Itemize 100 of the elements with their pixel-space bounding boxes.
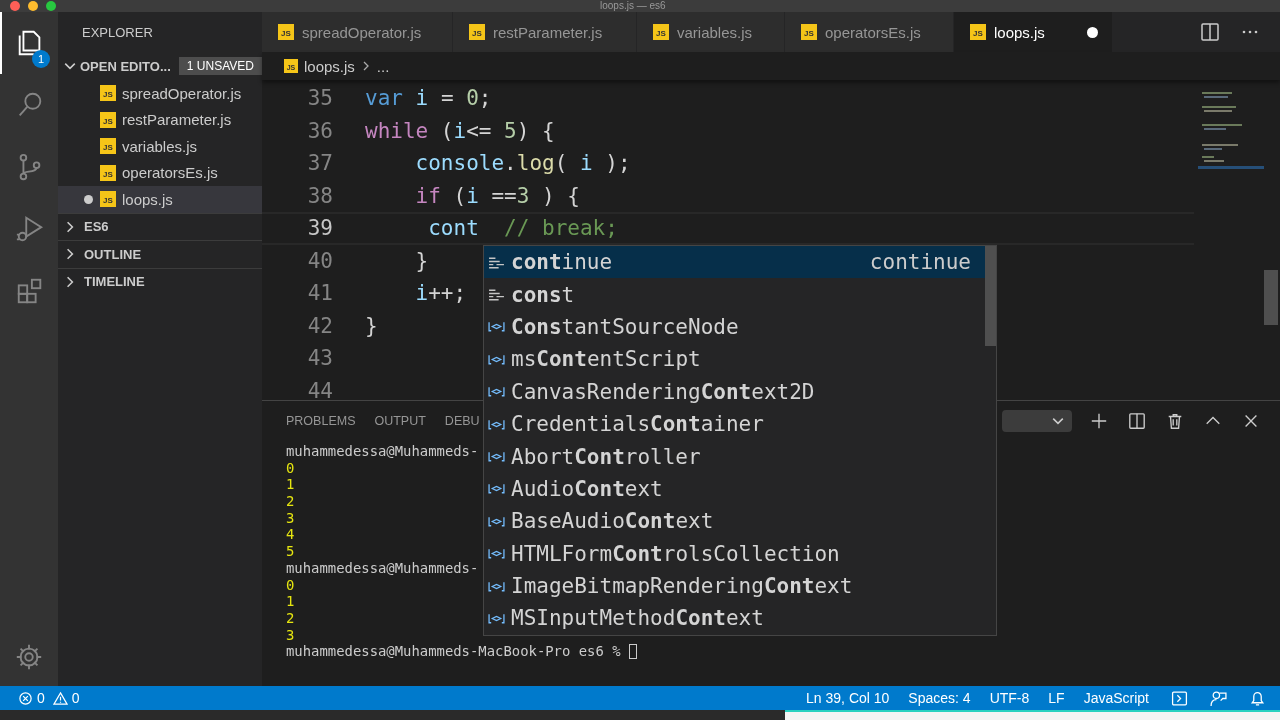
chevron-icon bbox=[1052, 415, 1064, 427]
minimize-window-button[interactable] bbox=[28, 1, 38, 11]
code-line: while (i<= 5) { bbox=[365, 118, 555, 143]
new-terminal-icon[interactable] bbox=[1090, 412, 1108, 430]
chevron-icon[interactable] bbox=[64, 60, 76, 72]
line-number: 44 bbox=[306, 378, 333, 400]
section-header[interactable]: OPEN EDITO... bbox=[80, 58, 171, 74]
unsaved-badge: 1 UNSAVED bbox=[178, 57, 262, 75]
suggestion-item[interactable]: ConstantSourceNode bbox=[484, 310, 985, 344]
modified-dot bbox=[83, 194, 93, 204]
chevron-icon[interactable] bbox=[64, 275, 76, 288]
line-number: 38 bbox=[306, 183, 333, 208]
panel-tab[interactable]: DEBU bbox=[444, 414, 480, 428]
status-item[interactable]: Spaces: 4 bbox=[908, 690, 971, 706]
warning-count[interactable]: 0 bbox=[71, 690, 80, 706]
status-item[interactable]: UTF-8 bbox=[989, 690, 1030, 706]
terminal-line: 0 bbox=[286, 576, 295, 594]
code-line: console.log( i ); bbox=[414, 151, 631, 176]
section-header[interactable]: ES6 bbox=[84, 219, 109, 235]
section-header[interactable]: OUTLINE bbox=[84, 246, 142, 262]
status-item[interactable]: JavaScript bbox=[1083, 690, 1149, 706]
suggestion-item[interactable]: BaseAudioContext bbox=[484, 505, 985, 538]
editor-tab[interactable]: JS variables.js bbox=[637, 12, 785, 52]
breadcrumb-item[interactable]: ... bbox=[376, 57, 390, 75]
line-number: 39 bbox=[306, 216, 333, 241]
terminal-line: 2 bbox=[286, 493, 295, 510]
terminal-line: 4 bbox=[286, 526, 295, 544]
terminal-line: 0 bbox=[286, 459, 295, 477]
close-window-button[interactable] bbox=[10, 1, 20, 11]
line-number: 41 bbox=[306, 281, 333, 306]
js-file-icon: JS bbox=[100, 111, 116, 128]
terminal-icon[interactable] bbox=[1171, 689, 1188, 707]
js-file-icon: JS bbox=[100, 191, 116, 208]
suggestion-item[interactable]: continue continue bbox=[484, 246, 985, 279]
sidebar-title: EXPLORER bbox=[82, 24, 153, 40]
notification-badge: 1 bbox=[32, 50, 50, 68]
editor-tab[interactable]: JS restParameter.js bbox=[453, 12, 637, 52]
line-number: 36 bbox=[306, 118, 333, 143]
terminal-line: 5 bbox=[286, 543, 295, 560]
file-item[interactable]: JS loops.js bbox=[58, 186, 262, 213]
code-line: cont // break; bbox=[427, 216, 618, 241]
terminal-line: 2 bbox=[286, 609, 295, 627]
suggestion-item[interactable]: HTMLFormControlsCollection bbox=[484, 537, 985, 570]
line-number: 35 bbox=[306, 86, 333, 111]
maximize-window-button[interactable] bbox=[46, 1, 56, 11]
suggestion-item[interactable]: MSInputMethodContext bbox=[484, 602, 985, 635]
trash-icon[interactable] bbox=[1166, 412, 1184, 430]
js-file-icon: JS bbox=[100, 138, 116, 155]
terminal-line: muhammedessa@Muhammeds- bbox=[286, 559, 479, 577]
status-item[interactable]: Ln 39, Col 10 bbox=[806, 690, 890, 706]
file-item[interactable]: JS variables.js bbox=[58, 133, 262, 160]
file-item[interactable]: JS operatorsEs.js bbox=[58, 159, 262, 186]
suggestion-item[interactable]: msContentScript bbox=[484, 343, 985, 376]
line-number: 42 bbox=[306, 313, 333, 338]
split-editor-icon[interactable] bbox=[1200, 22, 1220, 42]
section-header[interactable]: TIMELINE bbox=[84, 274, 145, 290]
scrollbar-thumb[interactable] bbox=[1264, 270, 1278, 325]
chevron-icon[interactable] bbox=[64, 248, 76, 261]
breadcrumb-item[interactable]: loops.js bbox=[304, 57, 355, 75]
file-item[interactable]: JS restParameter.js bbox=[58, 106, 262, 133]
editor-tab[interactable]: JS loops.js bbox=[954, 12, 1113, 52]
js-file-icon: JS bbox=[100, 85, 116, 102]
suggestion-item[interactable]: ImageBitmapRenderingContext bbox=[484, 569, 985, 603]
editor-tab[interactable]: JS operatorsEs.js bbox=[785, 12, 954, 52]
line-number: 43 bbox=[306, 346, 333, 371]
code-line: var i = 0; bbox=[365, 86, 492, 111]
panel-tab[interactable]: PROBLEMS bbox=[286, 414, 356, 428]
file-item[interactable]: JS spreadOperator.js bbox=[58, 80, 262, 107]
terminal-line: 3 bbox=[286, 626, 295, 644]
run-debug-icon[interactable] bbox=[15, 214, 45, 244]
error-icon bbox=[18, 690, 33, 706]
chevron-icon[interactable] bbox=[64, 220, 76, 233]
settings-icon[interactable] bbox=[14, 642, 44, 672]
suggestion-item[interactable]: CanvasRenderingContext2D bbox=[484, 375, 985, 408]
feedback-icon[interactable] bbox=[1210, 689, 1227, 707]
error-count[interactable]: 0 bbox=[37, 690, 45, 706]
warning-icon bbox=[52, 690, 68, 706]
suggestion-item[interactable]: CredentialsContainer bbox=[484, 407, 985, 441]
status-item[interactable]: LF bbox=[1048, 690, 1065, 706]
window-title: loops.js — es6 bbox=[600, 0, 666, 12]
scrollbar-thumb[interactable] bbox=[985, 246, 996, 346]
terminal-line: muhammedessa@Muhammeds-MacBook-Pro es6 % bbox=[286, 643, 622, 660]
suggestion-item[interactable]: AudioContext bbox=[484, 472, 985, 506]
line-number: 40 bbox=[306, 248, 333, 273]
js-file-icon: JS bbox=[100, 164, 116, 181]
code-line: if (i ==3 ) { bbox=[414, 183, 580, 208]
split-terminal-icon[interactable] bbox=[1128, 412, 1146, 430]
code-line: i++; bbox=[414, 281, 467, 306]
terminal-line: 1 bbox=[286, 593, 295, 610]
suggestion-item[interactable]: const bbox=[484, 278, 985, 311]
line-number: 37 bbox=[306, 151, 333, 176]
terminal-line: 1 bbox=[286, 476, 295, 494]
code-line: } bbox=[414, 248, 429, 273]
panel-tab[interactable]: OUTPUT bbox=[374, 414, 426, 428]
editor-tab[interactable]: JS spreadOperator.js bbox=[262, 12, 453, 52]
bell-icon[interactable] bbox=[1249, 689, 1266, 707]
code-line: } bbox=[365, 313, 378, 338]
suggestion-detail: continue bbox=[869, 250, 971, 275]
suggestion-item[interactable]: AbortController bbox=[484, 440, 985, 473]
terminal-line: muhammedessa@Muhammeds- bbox=[286, 443, 479, 460]
